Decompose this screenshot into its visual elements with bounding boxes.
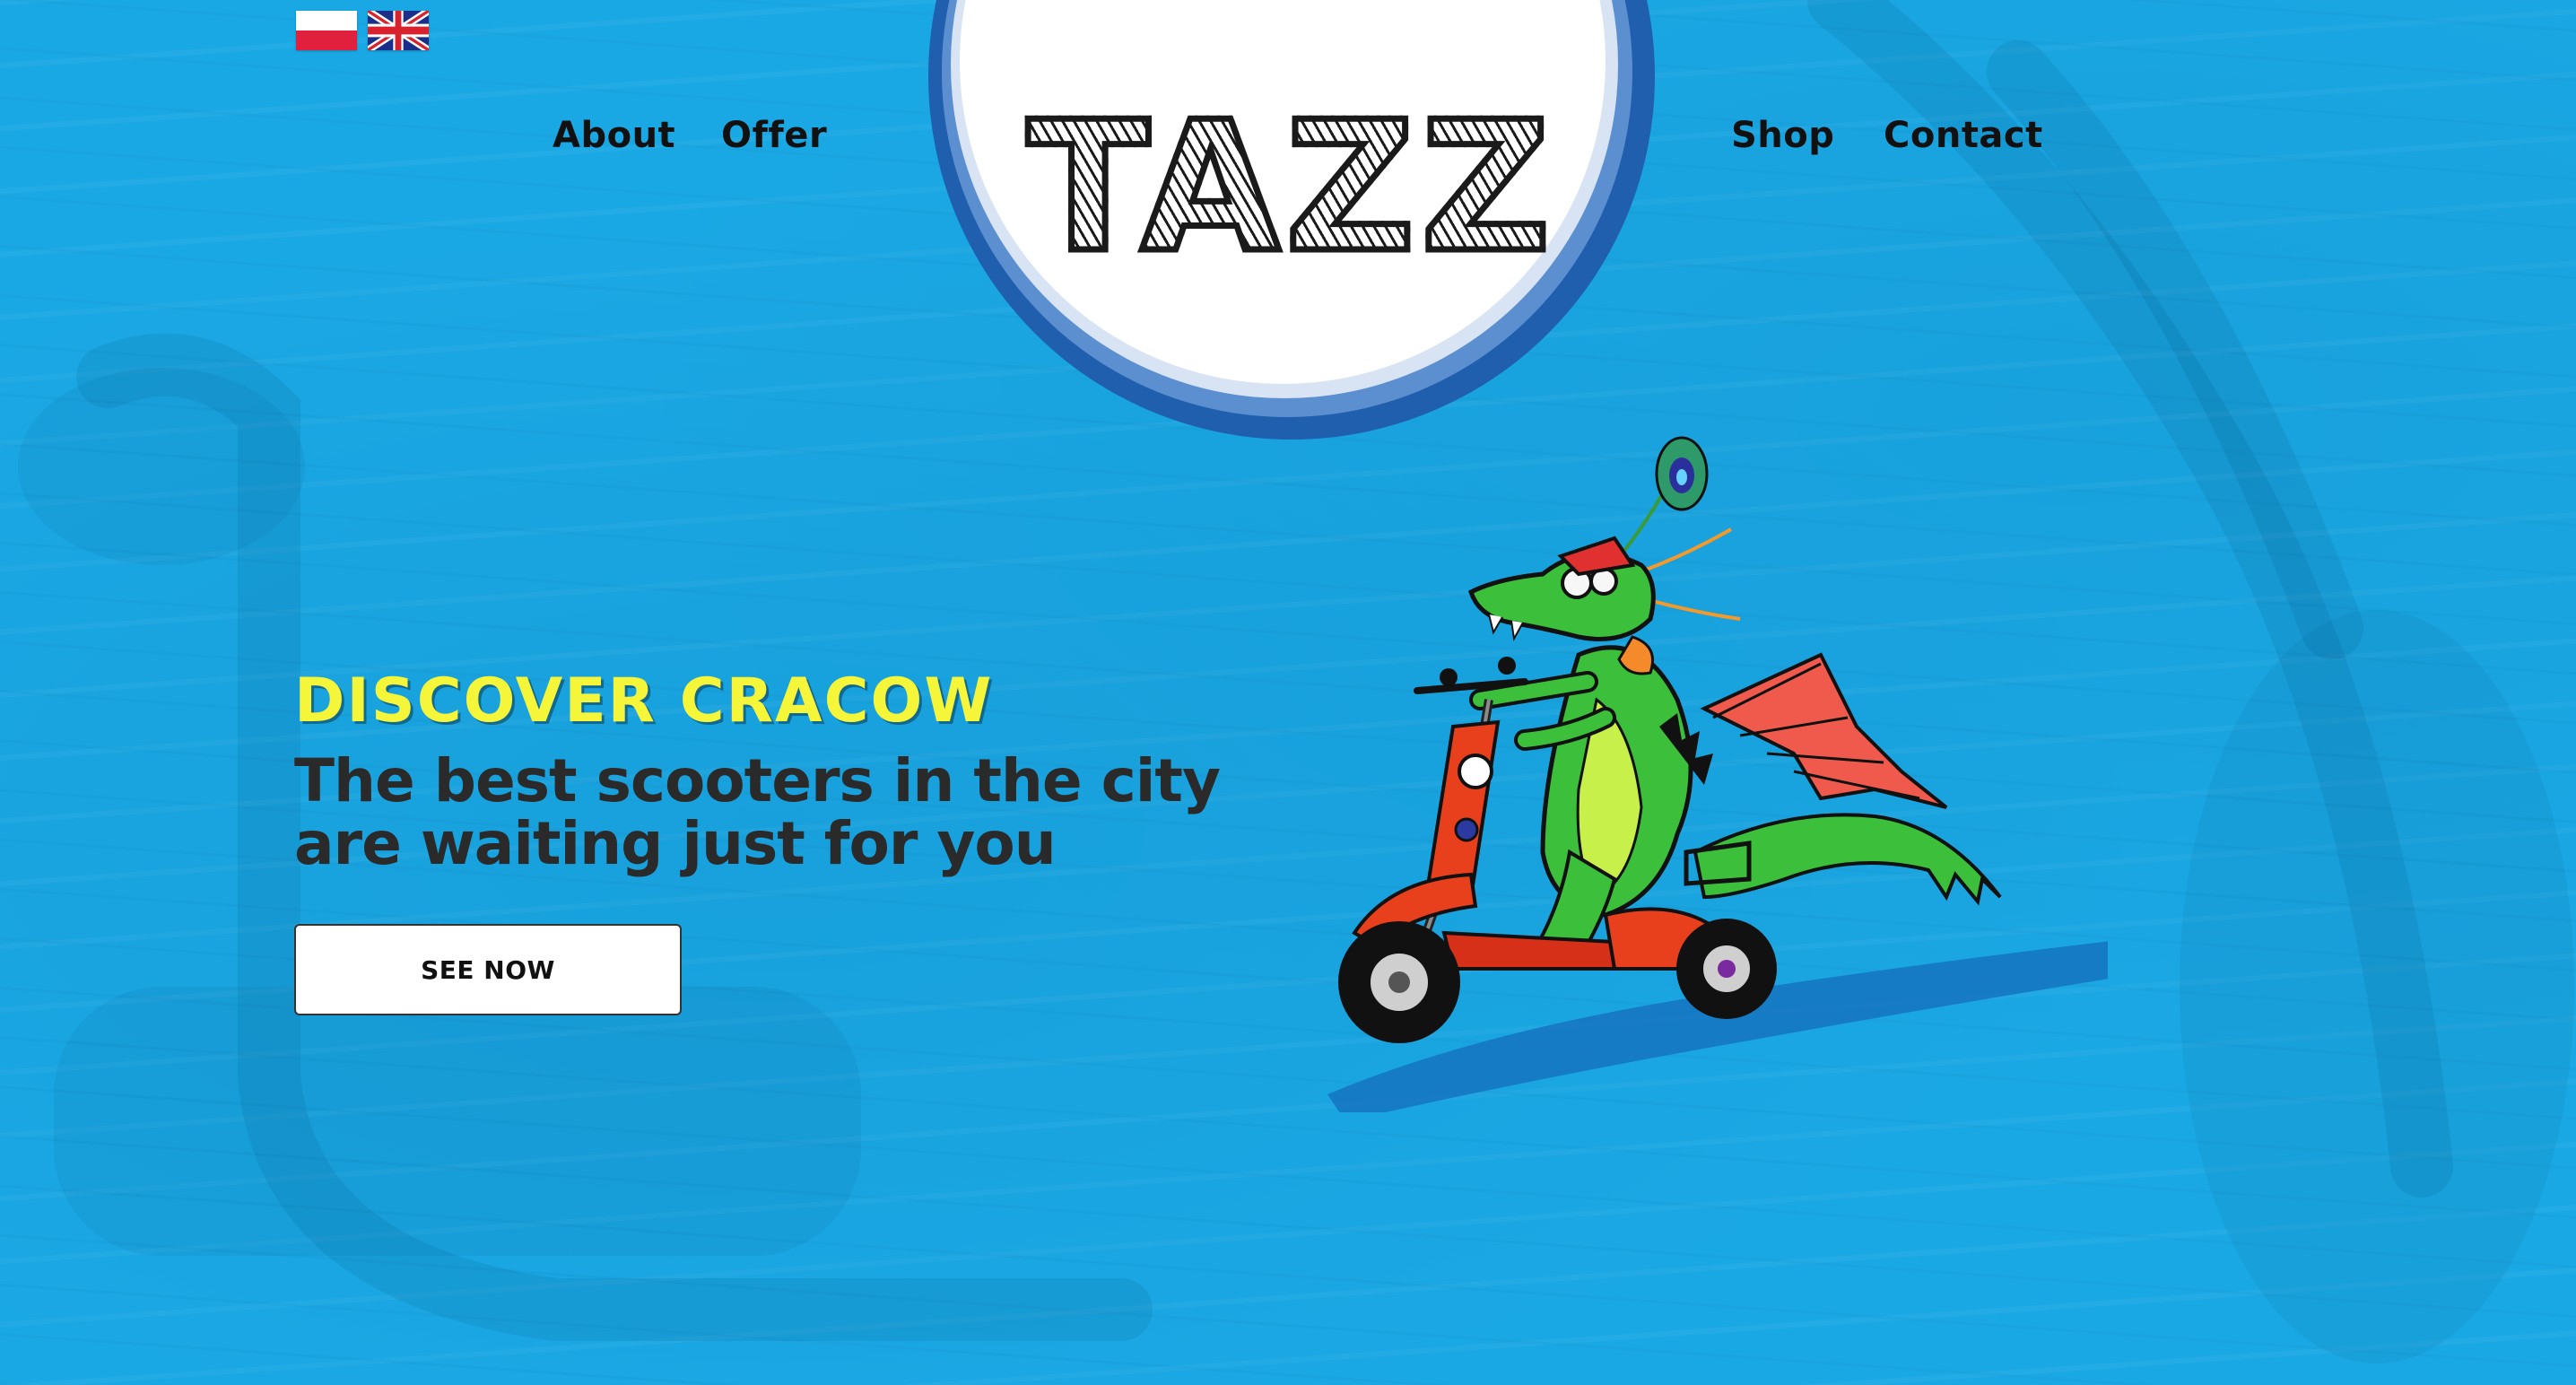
hero-headline-line-2: are waiting just for you: [294, 809, 1057, 878]
dragon-hat: [1557, 536, 1636, 577]
nav-contact[interactable]: Contact: [1884, 115, 2043, 156]
logo[interactable]: TAZZ: [924, 0, 1659, 449]
language-switcher: [296, 11, 429, 50]
polish-flag-icon[interactable]: [296, 11, 357, 50]
uk-flag-icon[interactable]: [368, 11, 429, 50]
hero-headline-line-1: The best scooters in the city: [294, 746, 1221, 815]
hero-kicker: DISCOVER CRACOW: [294, 666, 994, 736]
dragon-on-scooter-illustration: [1327, 436, 2108, 1112]
nav-about[interactable]: About: [553, 115, 675, 156]
dragon-tail: [1693, 813, 2002, 906]
dragon-wing: [1700, 652, 1948, 809]
logo-text: TAZZ: [924, 95, 1659, 281]
nav-shop[interactable]: Shop: [1731, 115, 1834, 156]
nav-offer[interactable]: Offer: [721, 115, 827, 156]
see-now-button[interactable]: SEE NOW: [294, 924, 682, 1015]
page: About Offer Shop Contact TAZZ DISCOVER C…: [0, 0, 2576, 1385]
